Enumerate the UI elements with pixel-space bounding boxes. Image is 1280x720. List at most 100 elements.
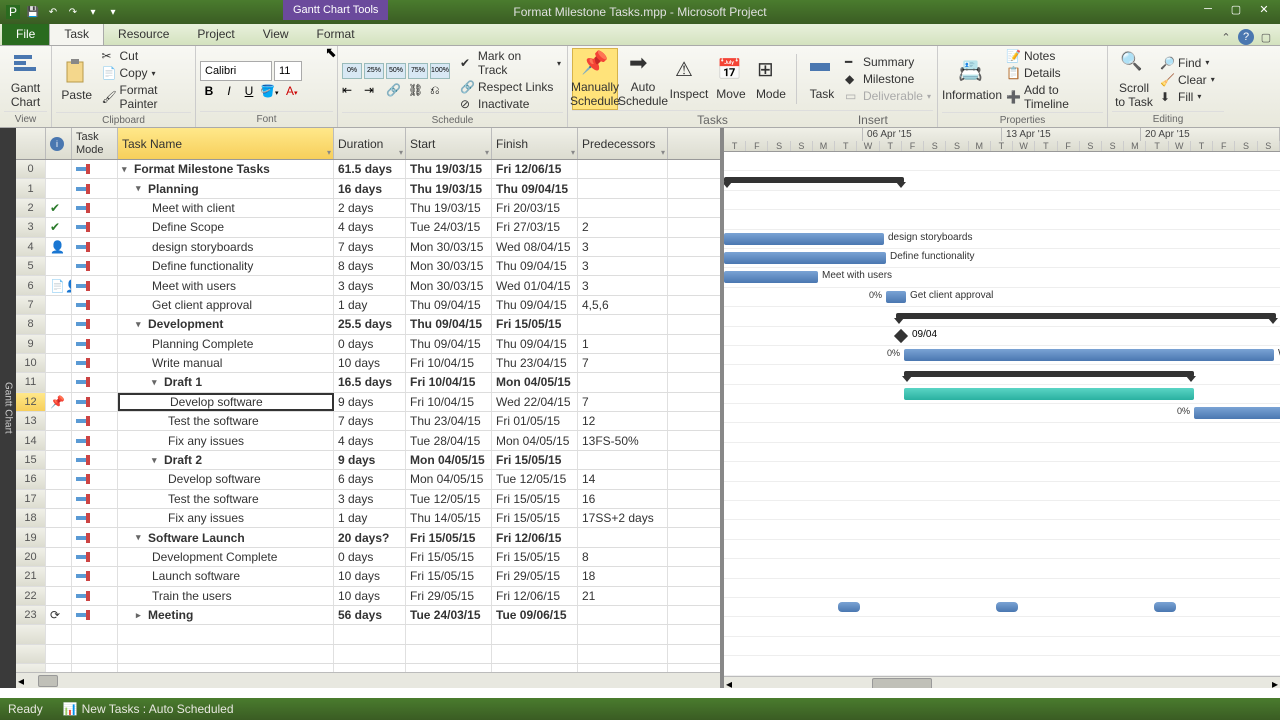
tab-resource[interactable]: Resource xyxy=(104,23,183,45)
table-row[interactable]: 4👤design storyboards7 daysMon 30/03/15We… xyxy=(16,238,720,257)
tab-file[interactable]: File xyxy=(2,23,49,45)
undo-icon[interactable]: ↶ xyxy=(44,3,62,21)
table-row[interactable]: 15▾Draft 29 daysMon 04/05/15Fri 15/05/15 xyxy=(16,451,720,470)
contextual-tab-label: Gantt Chart Tools xyxy=(283,0,388,20)
table-row[interactable]: 3✔Define Scope4 daysTue 24/03/15Fri 27/0… xyxy=(16,218,720,237)
minimize-icon[interactable]: ─ xyxy=(1196,0,1220,18)
table-row[interactable]: 6📄👤Meet with users3 daysMon 30/03/15Wed … xyxy=(16,276,720,295)
fill-color-button[interactable]: 🪣▾ xyxy=(260,84,284,98)
ribbon: Gantt Chart View Paste ✂Cut 📄Copy▾ 🖌Form… xyxy=(0,46,1280,128)
status-new-tasks[interactable]: 📊New Tasks : Auto Scheduled xyxy=(63,702,234,716)
copy-button[interactable]: 📄Copy▾ xyxy=(100,65,191,81)
inspect-button[interactable]: ⚠Inspect xyxy=(668,48,710,110)
window-options-icon[interactable]: ▢ xyxy=(1258,29,1274,45)
mode-button[interactable]: ⊞Mode xyxy=(752,48,790,110)
side-gantt-tab[interactable]: Gantt Chart xyxy=(0,128,16,688)
split-button[interactable]: ⎌ xyxy=(430,83,450,98)
format-painter-button[interactable]: 🖌Format Painter xyxy=(100,82,191,112)
maximize-icon[interactable]: ▢ xyxy=(1224,0,1248,18)
link-button[interactable]: 🔗 xyxy=(386,83,406,98)
percent-complete-buttons[interactable]: 0%25%50%75%100% xyxy=(342,63,450,79)
gantt-chart-button[interactable]: Gantt Chart xyxy=(4,49,47,111)
notes-button[interactable]: 📝Notes xyxy=(1004,48,1103,64)
ribbon-collapse-icon[interactable]: ⌃ xyxy=(1218,29,1234,45)
table-row[interactable]: 20Development Complete0 daysFri 15/05/15… xyxy=(16,548,720,567)
gantt-hscroll[interactable]: ◂▸ xyxy=(724,676,1280,688)
table-row[interactable]: 1▾Planning16 daysThu 19/03/15Thu 09/04/1… xyxy=(16,179,720,198)
col-finish[interactable]: Finish▾ xyxy=(492,128,578,159)
col-predecessors[interactable]: Predecessors▾ xyxy=(578,128,668,159)
col-rownum[interactable] xyxy=(16,128,46,159)
col-start[interactable]: Start▾ xyxy=(406,128,492,159)
tab-view[interactable]: View xyxy=(249,23,303,45)
tab-task[interactable]: Task xyxy=(49,22,104,45)
col-indicators[interactable]: i xyxy=(46,128,72,159)
summary-button[interactable]: ━Summary xyxy=(843,54,933,70)
table-row[interactable]: 22Train the users10 daysFri 29/05/15Fri … xyxy=(16,587,720,606)
paste-button[interactable]: Paste xyxy=(56,49,98,111)
col-task-mode[interactable]: Task Mode xyxy=(72,128,118,159)
table-row[interactable]: 2✔Meet with client2 daysThu 19/03/15Fri … xyxy=(16,199,720,218)
table-row[interactable]: 5Define functionality8 daysMon 30/03/15T… xyxy=(16,257,720,276)
table-row[interactable]: 0▾Format Milestone Tasks61.5 daysThu 19/… xyxy=(16,160,720,179)
table-row[interactable]: 12📌Develop software9 daysFri 10/04/15Wed… xyxy=(16,393,720,412)
status-bar: Ready 📊New Tasks : Auto Scheduled xyxy=(0,698,1280,720)
cut-button[interactable]: ✂Cut xyxy=(100,48,191,64)
table-row[interactable]: 7Get client approval1 dayThu 09/04/15Thu… xyxy=(16,296,720,315)
italic-button[interactable]: I xyxy=(220,84,238,98)
font-size-input[interactable] xyxy=(274,61,302,81)
close-icon[interactable]: ✕ xyxy=(1252,0,1276,18)
tab-project[interactable]: Project xyxy=(183,23,248,45)
font-name-input[interactable] xyxy=(200,61,272,81)
table-row[interactable]: 21Launch software10 daysFri 15/05/15Fri … xyxy=(16,567,720,586)
table-row[interactable]: 18Fix any issues1 dayThu 14/05/15Fri 15/… xyxy=(16,509,720,528)
auto-schedule-button[interactable]: ➡Auto Schedule xyxy=(620,48,666,110)
table-row[interactable]: 8▾Development25.5 daysThu 09/04/15Fri 15… xyxy=(16,315,720,334)
grid-hscroll[interactable]: ◂ xyxy=(16,672,720,688)
find-button[interactable]: 🔎Find▾ xyxy=(1158,55,1217,71)
scroll-to-task-button[interactable]: 🔍Scroll to Task xyxy=(1112,49,1156,111)
save-icon[interactable]: 💾 xyxy=(24,3,42,21)
bold-button[interactable]: B xyxy=(200,84,218,98)
information-button[interactable]: 📇Information xyxy=(942,49,1002,111)
manually-schedule-button[interactable]: 📌Manually Schedule xyxy=(572,48,618,110)
ribbon-tabs: File Task Resource Project View Format ⌃… xyxy=(0,24,1280,46)
group-editing-label: Editing xyxy=(1112,111,1224,125)
table-row[interactable]: 19▾Software Launch20 days?Fri 15/05/15Fr… xyxy=(16,528,720,547)
help-icon[interactable]: ? xyxy=(1238,29,1254,45)
table-row[interactable]: 16Develop software6 daysMon 04/05/15Tue … xyxy=(16,470,720,489)
table-row[interactable]: 17Test the software3 daysTue 12/05/15Fri… xyxy=(16,490,720,509)
clear-button[interactable]: 🧹Clear▾ xyxy=(1158,72,1217,88)
milestone-button[interactable]: ◆Milestone xyxy=(843,71,933,87)
table-row[interactable]: 9Planning Complete0 daysThu 09/04/15Thu … xyxy=(16,335,720,354)
table-row[interactable]: 14Fix any issues4 daysTue 28/04/15Mon 04… xyxy=(16,431,720,450)
deliverable-button[interactable]: ▭Deliverable▾ xyxy=(843,88,933,104)
redo-icon[interactable]: ↷ xyxy=(64,3,82,21)
app-icon[interactable]: P xyxy=(4,3,22,21)
details-button[interactable]: 📋Details xyxy=(1004,65,1103,81)
move-button[interactable]: 📅Move xyxy=(712,48,750,110)
font-color-button[interactable]: A▾ xyxy=(286,84,310,98)
indent-button[interactable]: ⇥ xyxy=(364,83,384,98)
respect-links-button[interactable]: 🔗Respect Links xyxy=(458,79,563,95)
qat-icon2[interactable]: ▾ xyxy=(104,3,122,21)
outdent-button[interactable]: ⇤ xyxy=(342,83,362,98)
group-view-label: View xyxy=(4,111,47,125)
group-clipboard-label: Clipboard xyxy=(56,112,191,126)
gantt-chart-area[interactable]: 06 Apr '1513 Apr '1520 Apr '15 TFSSMTWTF… xyxy=(724,128,1280,688)
fill-button[interactable]: ⬇Fill▾ xyxy=(1158,89,1217,105)
inactivate-button[interactable]: ⊘Inactivate xyxy=(458,96,563,112)
col-task-name[interactable]: Task Name▾ xyxy=(118,128,334,159)
mark-on-track-button[interactable]: ✔Mark on Track▾ xyxy=(458,48,563,78)
table-row[interactable]: 10Write manual10 daysFri 10/04/15Thu 23/… xyxy=(16,354,720,373)
table-row[interactable]: 11▾Draft 116.5 daysFri 10/04/15Mon 04/05… xyxy=(16,373,720,392)
table-row[interactable]: 13Test the software7 daysThu 23/04/15Fri… xyxy=(16,412,720,431)
add-timeline-button[interactable]: ➕Add to Timeline xyxy=(1004,82,1103,112)
task-button[interactable]: Task xyxy=(803,48,841,110)
col-duration[interactable]: Duration▾ xyxy=(334,128,406,159)
tab-format[interactable]: Format xyxy=(303,23,369,45)
unlink-button[interactable]: ⛓ xyxy=(408,83,428,98)
qat-icon[interactable]: ▾ xyxy=(84,3,102,21)
table-row[interactable]: 23⟳▸Meeting56 daysTue 24/03/15Tue 09/06/… xyxy=(16,606,720,625)
underline-button[interactable]: U xyxy=(240,84,258,98)
